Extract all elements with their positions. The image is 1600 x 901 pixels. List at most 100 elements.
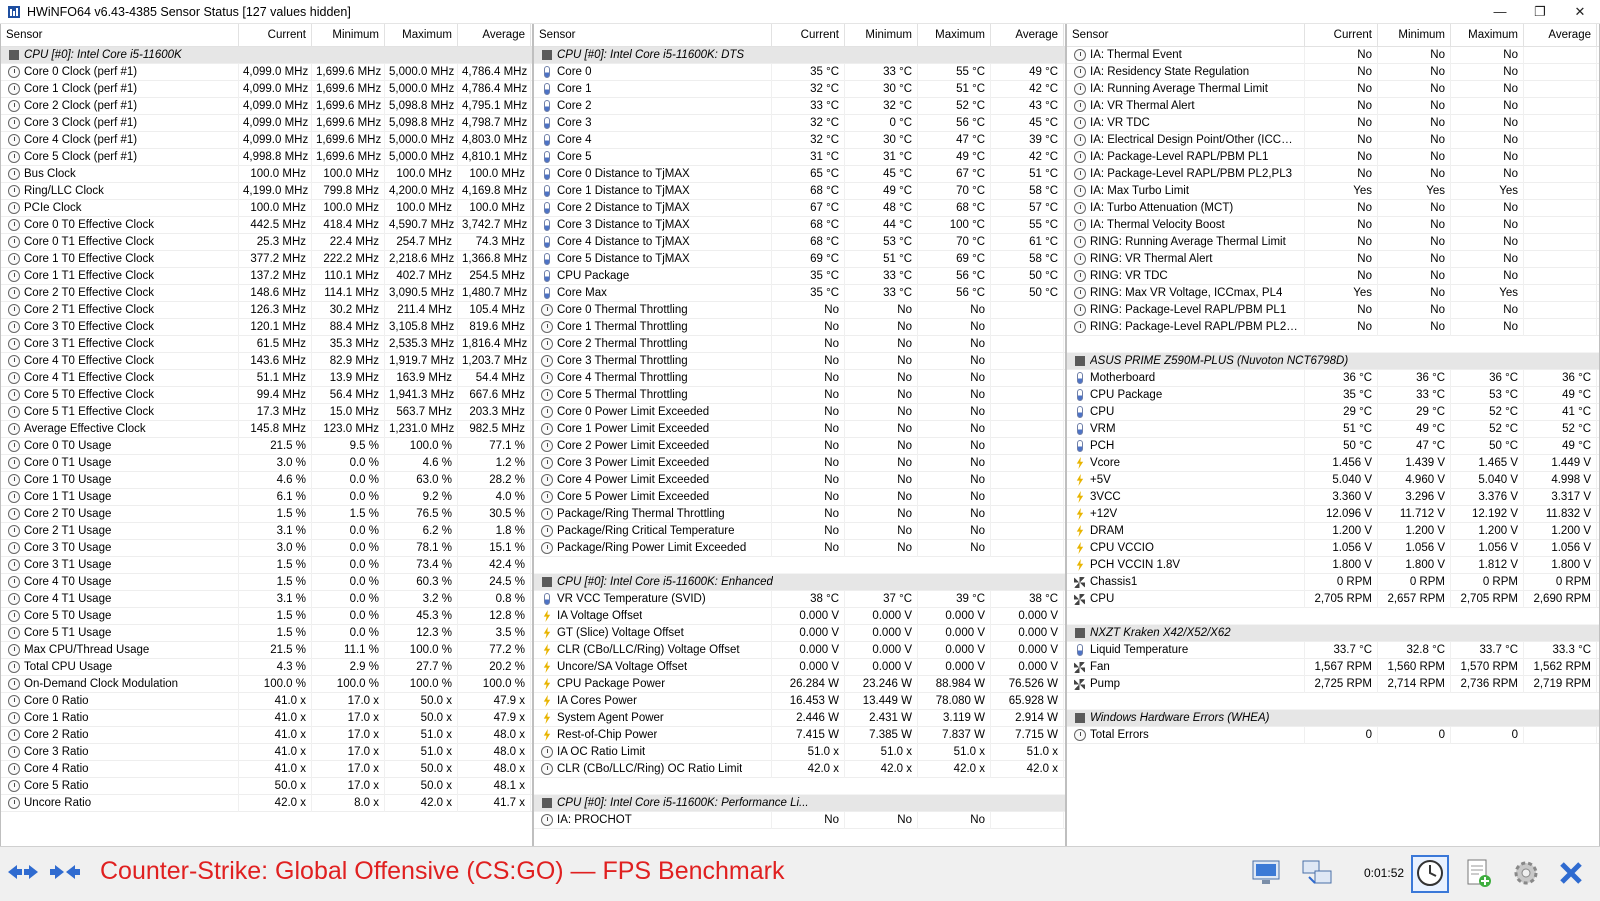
sensor-row[interactable]: Core 4 T0 Usage 1.5 % 0.0 % 60.3 % 24.5 % <box>1 573 532 591</box>
column-header-maximum[interactable]: Maximum <box>385 24 458 46</box>
sensor-row[interactable]: On-Demand Clock Modulation 100.0 % 100.0 %… <box>1 675 532 693</box>
sensor-row[interactable]: Core 1 T0 Effective Clock 377.2 MHz 222.2 … <box>1 250 532 268</box>
sensor-row[interactable]: IA: VR TDC No No No <box>1067 114 1599 132</box>
sensor-row[interactable]: Core 0 35 °C 33 °C 55 °C 49 °C <box>534 63 1065 81</box>
column-header-minimum[interactable]: Minimum <box>1378 24 1451 46</box>
sensor-row[interactable]: Core 1 Ratio 41.0 x 17.0 x 50.0 x 47.9 x <box>1 709 532 727</box>
sensor-row[interactable]: Total Errors 0 0 0 <box>1067 726 1599 744</box>
sensor-row[interactable]: CLR (CBo/LLC/Ring) OC Ratio Limit 42.0 x4… <box>534 760 1065 778</box>
sensor-group-header[interactable]: CPU [#0]: Intel Core i5-11600K: Enhanced <box>534 574 1065 591</box>
sensor-row[interactable]: Core 3 T0 Usage 3.0 % 0.0 % 78.1 % 15.1 % <box>1 539 532 557</box>
sensor-row[interactable]: Core 3 T1 Effective Clock 61.5 MHz 35.3 MH… <box>1 335 532 353</box>
sensor-row[interactable]: System Agent Power 2.446 W 2.431 W 3.119 W2… <box>534 709 1065 727</box>
clock-reset-button[interactable] <box>1411 855 1449 893</box>
column-header-minimum[interactable]: Minimum <box>312 24 385 46</box>
column-header-current[interactable]: Current <box>772 24 845 46</box>
sensor-row[interactable]: IA: Residency State Regulation No No No <box>1067 63 1599 81</box>
sensor-row[interactable]: CPU 29 °C 29 °C 52 °C 41 °C <box>1067 403 1599 421</box>
sensor-row[interactable]: RING: VR TDC No No No <box>1067 267 1599 285</box>
sensor-row[interactable]: VRM 51 °C 49 °C 52 °C 52 °C <box>1067 420 1599 438</box>
sensor-row[interactable]: Core 5 Ratio 50.0 x 17.0 x 50.0 x 48.1 x <box>1 777 532 795</box>
sensor-row[interactable]: Rest-of-Chip Power 7.415 W 7.385 W 7.837 W7… <box>534 726 1065 744</box>
sensor-row[interactable]: Total CPU Usage 4.3 % 2.9 % 27.7 % 20.2 % <box>1 658 532 676</box>
sensor-row[interactable]: Core 0 T1 Effective Clock 25.3 MHz 22.4 MH… <box>1 233 532 251</box>
sensor-row[interactable]: Core 3 T1 Usage 1.5 % 0.0 % 73.4 % 42.4 % <box>1 556 532 574</box>
sensor-row[interactable]: RING: Max VR Voltage, ICCmax, PL4 Yes No Ye… <box>1067 284 1599 302</box>
logging-button[interactable] <box>1459 855 1497 893</box>
sensor-row[interactable]: Core 2 T0 Effective Clock 148.6 MHz 114.1 … <box>1 284 532 302</box>
sensor-row[interactable]: Core 3 T0 Effective Clock 120.1 MHz 88.4 M… <box>1 318 532 336</box>
sensor-row[interactable]: Core 2 Distance to TjMAX 67 °C 48 °C 68 °C 5… <box>534 199 1065 217</box>
sensor-row[interactable]: Core 1 Power Limit Exceeded No No No <box>534 420 1065 438</box>
column-header-minimum[interactable]: Minimum <box>845 24 918 46</box>
exit-button[interactable] <box>1552 855 1590 893</box>
sensor-group-header[interactable]: NXZT Kraken X42/X52/X62 <box>1067 625 1599 642</box>
sensor-row[interactable]: RING: VR Thermal Alert No No No <box>1067 250 1599 268</box>
maximize-button[interactable]: ❐ <box>1520 0 1560 23</box>
sensor-row[interactable]: VR VCC Temperature (SVID) 38 °C 37 °C 39 °C… <box>534 590 1065 608</box>
sensor-row[interactable]: Uncore Ratio 42.0 x 8.0 x 42.0 x 41.7 x <box>1 794 532 812</box>
sensor-row[interactable]: Core 3 Distance to TjMAX 68 °C 44 °C 100 °C… <box>534 216 1065 234</box>
sensor-row[interactable]: Core 4 T0 Effective Clock 143.6 MHz 82.9 M… <box>1 352 532 370</box>
sensor-row[interactable]: Core 5 T0 Usage 1.5 % 0.0 % 45.3 % 12.8 % <box>1 607 532 625</box>
monitor-button[interactable] <box>1247 855 1285 893</box>
sensor-row[interactable]: IA OC Ratio Limit 51.0 x 51.0 x 51.0 x 51.0 … <box>534 743 1065 761</box>
sensor-row[interactable]: IA: Package-Level RAPL/PBM PL1 No No No <box>1067 148 1599 166</box>
sensor-row[interactable]: GT (Slice) Voltage Offset 0.000 V 0.000 V0… <box>534 624 1065 642</box>
sensor-row[interactable]: +12V 12.096 V 11.712 V 12.192 V 11.832 V <box>1067 505 1599 523</box>
sensor-row[interactable]: Core 0 Thermal Throttling No No No <box>534 301 1065 319</box>
column-header-average[interactable]: Average <box>1524 24 1597 46</box>
sensor-row[interactable]: Core 0 Distance to TjMAX 65 °C 45 °C 67 °C 5… <box>534 165 1065 183</box>
sensor-row[interactable]: Vcore 1.456 V 1.439 V 1.465 V 1.449 V <box>1067 454 1599 472</box>
sensor-row[interactable]: Core 0 T0 Effective Clock 442.5 MHz 418.4 … <box>1 216 532 234</box>
sensor-panel-1[interactable]: Sensor Current Minimum Maximum Average CPU [#… <box>1 24 532 846</box>
sensor-row[interactable]: Fan 1,567 RPM 1,560 RPM 1,570 RPM 1,562 RPM <box>1067 658 1599 676</box>
sensor-row[interactable]: CLR (CBo/LLC/Ring) Voltage Offset 0.000 V… <box>534 641 1065 659</box>
sensor-row[interactable]: Package/Ring Power Limit Exceeded No No No <box>534 539 1065 557</box>
sensor-row[interactable]: Core 2 Power Limit Exceeded No No No <box>534 437 1065 455</box>
column-header-average[interactable]: Average <box>991 24 1064 46</box>
sensor-row[interactable]: Core 0 Ratio 41.0 x 17.0 x 50.0 x 47.9 x <box>1 692 532 710</box>
sensor-row[interactable]: IA: Package-Level RAPL/PBM PL2,PL3 No No No <box>1067 165 1599 183</box>
sensor-row[interactable]: IA Voltage Offset 0.000 V 0.000 V 0.000 V 0.… <box>534 607 1065 625</box>
sensor-row[interactable]: IA: VR Thermal Alert No No No <box>1067 97 1599 115</box>
sensor-row[interactable]: IA: Thermal Velocity Boost No No No <box>1067 216 1599 234</box>
sensor-row[interactable]: Core 1 T1 Usage 6.1 % 0.0 % 9.2 % 4.0 % <box>1 488 532 506</box>
collapse-expand-button[interactable] <box>4 860 42 886</box>
sensor-row[interactable]: Core 3 32 °C 0 °C 56 °C 45 °C <box>534 114 1065 132</box>
sensor-row[interactable]: Core 4 Clock (perf #1) 4,099.0 MHz 1,699.6… <box>1 131 532 149</box>
sensor-group-header[interactable]: CPU [#0]: Intel Core i5-11600K: DTS <box>534 47 1065 64</box>
sensor-row[interactable]: Core 5 Thermal Throttling No No No <box>534 386 1065 404</box>
sensor-row[interactable]: PCIe Clock 100.0 MHz 100.0 MHz 100.0 MHz 100… <box>1 199 532 217</box>
sensor-row[interactable]: Core 4 T1 Usage 3.1 % 0.0 % 3.2 % 0.8 % <box>1 590 532 608</box>
sensor-group-header[interactable]: CPU [#0]: Intel Core i5-11600K: Performa… <box>534 795 1065 812</box>
sensor-row[interactable]: RING: Package-Level RAPL/PBM PL2,PL3 No No… <box>1067 318 1599 336</box>
sensor-row[interactable]: IA Cores Power 16.453 W 13.449 W 78.080 W 65… <box>534 692 1065 710</box>
sensor-row[interactable]: PCH 50 °C 47 °C 50 °C 49 °C <box>1067 437 1599 455</box>
sensor-row[interactable]: Core 1 32 °C 30 °C 51 °C 42 °C <box>534 80 1065 98</box>
sensor-row[interactable]: Core 5 T1 Usage 1.5 % 0.0 % 12.3 % 3.5 % <box>1 624 532 642</box>
column-header-average[interactable]: Average <box>458 24 531 46</box>
sensor-row[interactable]: 3VCC 3.360 V 3.296 V 3.376 V 3.317 V <box>1067 488 1599 506</box>
sensor-row[interactable]: Core 0 T0 Usage 21.5 % 9.5 % 100.0 % 77.1 % <box>1 437 532 455</box>
sensor-row[interactable]: Core 3 Thermal Throttling No No No <box>534 352 1065 370</box>
sensor-row[interactable]: Core 1 Clock (perf #1) 4,099.0 MHz 1,699.6… <box>1 80 532 98</box>
sensor-row[interactable]: CPU Package Power 26.284 W 23.246 W 88.984 … <box>534 675 1065 693</box>
sensor-row[interactable]: Core 2 Ratio 41.0 x 17.0 x 51.0 x 48.0 x <box>1 726 532 744</box>
sensor-row[interactable]: +5V 5.040 V 4.960 V 5.040 V 4.998 V <box>1067 471 1599 489</box>
sensor-row[interactable]: Core 0 T1 Usage 3.0 % 0.0 % 4.6 % 1.2 % <box>1 454 532 472</box>
close-button[interactable]: ✕ <box>1560 0 1600 23</box>
sensor-group-header[interactable]: CPU [#0]: Intel Core i5-11600K <box>1 47 532 64</box>
sensor-row[interactable]: Core 0 Clock (perf #1) 4,099.0 MHz 1,699.6… <box>1 63 532 81</box>
sensor-row[interactable]: PCH VCCIN 1.8V 1.800 V 1.800 V 1.812 V 1.800… <box>1067 556 1599 574</box>
sensor-row[interactable]: Core 5 31 °C 31 °C 49 °C 42 °C <box>534 148 1065 166</box>
sensor-row[interactable]: CPU 2,705 RPM 2,657 RPM 2,705 RPM 2,690 RPM <box>1067 590 1599 608</box>
network-button[interactable] <box>1298 855 1336 893</box>
sensor-row[interactable]: Core Max 35 °C 33 °C 56 °C 50 °C <box>534 284 1065 302</box>
sensor-row[interactable]: Core 1 T0 Usage 4.6 % 0.0 % 63.0 % 28.2 % <box>1 471 532 489</box>
sensor-group-header[interactable]: Windows Hardware Errors (WHEA) <box>1067 710 1599 727</box>
sensor-row[interactable]: Uncore/SA Voltage Offset 0.000 V 0.000 V 0.… <box>534 658 1065 676</box>
sensor-row[interactable]: Core 4 Thermal Throttling No No No <box>534 369 1065 387</box>
sensor-row[interactable]: Chassis1 0 RPM 0 RPM 0 RPM 0 RPM <box>1067 573 1599 591</box>
sensor-row[interactable]: IA: PROCHOT No No No <box>534 811 1065 829</box>
